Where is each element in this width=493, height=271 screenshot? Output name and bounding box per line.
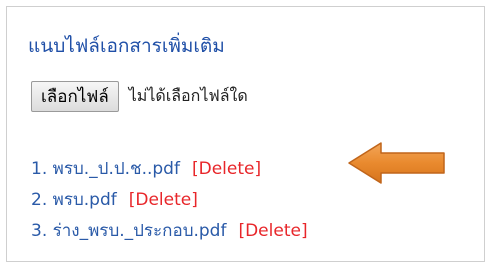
file-link[interactable]: 1. พรบ._ป.ป.ช..pdf (31, 155, 180, 182)
attached-files-list: 1. พรบ._ป.ป.ช..pdf [Delete] 2. พรบ.pdf [… (31, 153, 308, 246)
file-status-text: ไม่ได้เลือกไฟล์ใด (128, 86, 248, 105)
list-item: 1. พรบ._ป.ป.ช..pdf [Delete] (31, 153, 308, 184)
delete-link[interactable]: [Delete] (129, 190, 198, 210)
section-title: แนบไฟล์เอกสารเพิ่มเติม (28, 35, 225, 57)
file-link[interactable]: 3. ร่าง_พรบ._ประกอบ.pdf (31, 217, 226, 244)
delete-link[interactable]: [Delete] (192, 159, 261, 179)
file-input-row: เลือกไฟล์ ไม่ได้เลือกไฟล์ใด (31, 80, 248, 113)
file-link[interactable]: 2. พรบ.pdf (31, 186, 117, 213)
list-item: 2. พรบ.pdf [Delete] (31, 184, 308, 215)
choose-file-button[interactable]: เลือกไฟล์ (31, 81, 119, 112)
left-arrow-icon (348, 142, 445, 184)
list-item: 3. ร่าง_พรบ._ประกอบ.pdf [Delete] (31, 215, 308, 246)
attachment-panel: แนบไฟล์เอกสารเพิ่มเติม เลือกไฟล์ ไม่ได้เ… (6, 6, 485, 262)
arrow-shape (348, 142, 445, 184)
delete-link[interactable]: [Delete] (238, 221, 307, 241)
